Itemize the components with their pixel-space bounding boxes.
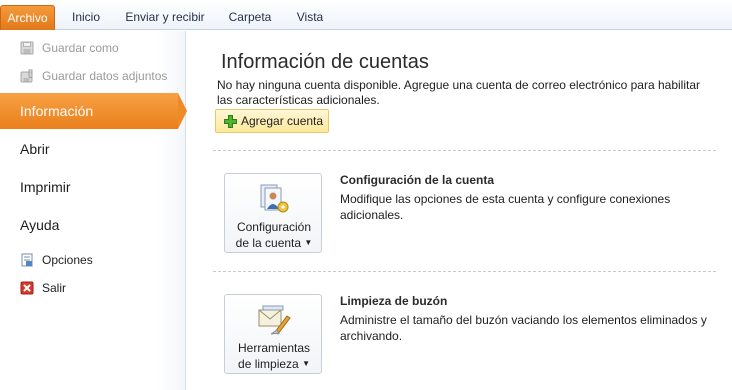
options-command[interactable]: Opciones [0, 249, 186, 271]
save-as-label: Guardar como [42, 41, 119, 55]
nav-print[interactable]: Imprimir [0, 169, 186, 205]
options-icon [21, 253, 33, 267]
ribbon-tab-bar: Archivo Inicio Enviar y recibir Carpeta … [0, 0, 732, 30]
tab-folder[interactable]: Carpeta [220, 6, 280, 30]
page-title: Información de cuentas [221, 51, 429, 73]
plus-icon [224, 115, 237, 128]
save-attachments-label: Guardar datos adjuntos [42, 69, 168, 83]
exit-label: Salir [42, 281, 67, 295]
tab-home[interactable]: Inicio [62, 6, 110, 30]
save-attachments-icon [20, 69, 33, 83]
tab-file[interactable]: Archivo [0, 5, 55, 30]
dropdown-arrow-icon: ▼ [302, 359, 310, 368]
backstage-nav: Guardar como Guardar datos adjuntos Info… [0, 31, 187, 390]
cleanup-title: Limpieza de buzón [340, 294, 448, 308]
nav-help[interactable]: Ayuda [0, 207, 186, 243]
nav-info[interactable]: Información [0, 93, 178, 129]
divider [213, 150, 716, 151]
selection-arrow [178, 93, 187, 129]
cleanup-tools-button-label: Herramientas de limpieza ▼ [237, 341, 311, 371]
no-account-message: No hay ninguna cuenta disponible. Agregu… [217, 78, 700, 107]
divider [213, 271, 716, 272]
add-account-button[interactable]: Agregar cuenta [215, 109, 329, 133]
exit-icon [20, 281, 34, 295]
account-settings-icon [260, 184, 289, 213]
nav-open[interactable]: Abrir [0, 131, 186, 167]
account-settings-button[interactable]: Configuración de la cuenta ▼ [224, 173, 322, 253]
account-info-panel: Información de cuentas No hay ninguna cu… [187, 31, 732, 390]
save-as-icon [20, 41, 34, 55]
tab-view[interactable]: Vista [288, 6, 332, 30]
save-attachments-command[interactable]: Guardar datos adjuntos [0, 65, 186, 87]
cleanup-description: Administre el tamaño del buzón vaciando … [340, 313, 707, 343]
save-as-command[interactable]: Guardar como [0, 37, 186, 59]
mailbox-cleanup-icon [258, 305, 291, 335]
cleanup-tools-button[interactable]: Herramientas de limpieza ▼ [224, 294, 322, 374]
add-account-label: Agregar cuenta [241, 114, 324, 128]
dropdown-arrow-icon: ▼ [304, 238, 313, 247]
account-settings-title: Configuración de la cuenta [340, 173, 495, 187]
tab-send-receive[interactable]: Enviar y recibir [120, 6, 210, 30]
options-label: Opciones [42, 253, 93, 267]
exit-command[interactable]: Salir [0, 277, 186, 299]
account-settings-button-label: Configuración de la cuenta ▼ [235, 220, 313, 250]
account-settings-description: Modifique las opciones de esta cuenta y … [340, 192, 671, 222]
